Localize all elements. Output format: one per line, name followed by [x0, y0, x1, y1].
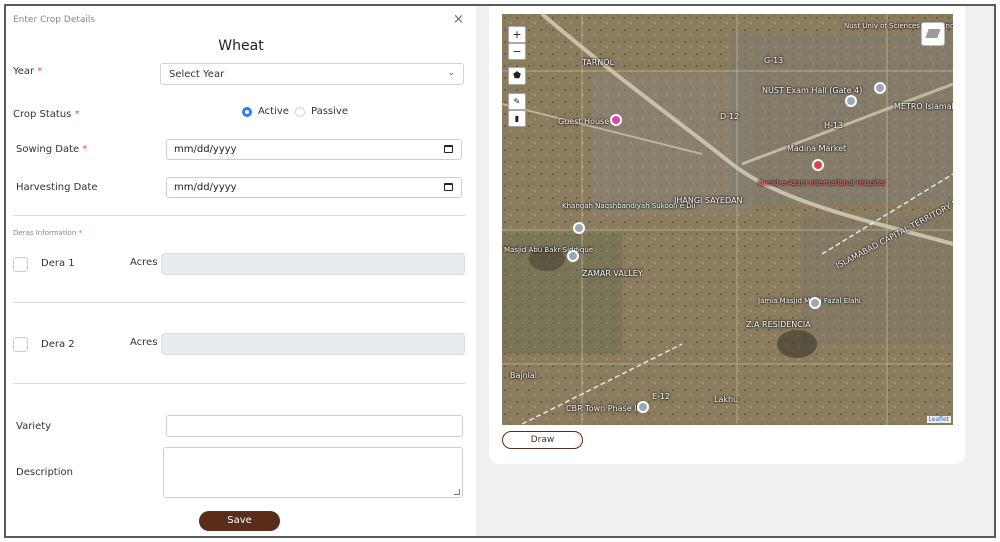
harvesting-date-label: Harvesting Date [16, 182, 98, 193]
status-radio-active[interactable]: Active [242, 106, 289, 117]
map-pin-icon[interactable] [637, 401, 649, 413]
map-pin-icon[interactable] [573, 222, 585, 234]
year-select[interactable]: Select Year ⌄ [160, 63, 464, 85]
map-label: ZAMAR VALLEY [582, 269, 643, 278]
map-terrain [502, 14, 953, 425]
map-pin-icon[interactable] [567, 250, 579, 262]
zoom-out-icon[interactable]: − [508, 43, 526, 60]
map-label: G-13 [764, 56, 784, 65]
polygon-icon[interactable]: ⬟ [508, 67, 526, 85]
map-label: Lakhu [714, 395, 739, 404]
map-label: CBR Town Phase II [566, 404, 639, 413]
year-label: Year * [13, 66, 43, 77]
description-textarea[interactable] [163, 447, 463, 498]
calendar-icon[interactable] [444, 145, 453, 153]
harvesting-date-input[interactable]: mm/dd/yyyy [166, 177, 462, 198]
form-header-label: Enter Crop Details [13, 15, 96, 25]
resize-handle-icon[interactable] [454, 489, 460, 495]
dera-1-acres-label: Acres [130, 257, 158, 268]
map-label: NUST Exam Hall (Gate 4) [762, 86, 863, 95]
map-label: Masjid Abu Bakr Siddique [504, 246, 594, 254]
app-frame: Enter Crop Details × Wheat Year * Select… [4, 4, 996, 538]
map-label: Bajnial [510, 371, 538, 380]
dera-1-label: Dera 1 [41, 258, 75, 269]
map-label: Quaid-e-Azam International Hospital [758, 179, 886, 187]
map-label: Madina Market [787, 144, 847, 153]
map-card: TARNOL G-13 NUST Exam Hall (Gate 4) Nust… [489, 6, 965, 464]
save-button[interactable]: Save [199, 511, 280, 531]
sowing-date-input[interactable]: mm/dd/yyyy [166, 139, 462, 160]
crop-name-title: Wheat [218, 38, 264, 54]
description-label: Description [16, 467, 73, 478]
sowing-date-label: Sowing Date * [16, 144, 88, 155]
chevron-down-icon: ⌄ [447, 68, 455, 78]
map-pin-icon[interactable] [610, 114, 622, 126]
map-pin-icon[interactable] [809, 297, 821, 309]
radio-selected-icon [242, 106, 252, 117]
dera-1-acres-input[interactable] [161, 253, 465, 275]
dera-2-acres-input[interactable] [161, 333, 465, 355]
variety-input[interactable] [166, 415, 463, 437]
edit-icon[interactable]: ✎ [508, 93, 526, 110]
map-label: H-13 [824, 121, 844, 130]
map-pin-icon[interactable] [812, 159, 824, 171]
map-label: JHANGI SAYEDAN [674, 196, 743, 205]
deras-information-label: Deras Information * [13, 229, 82, 237]
layers-icon[interactable] [921, 22, 945, 46]
satellite-map[interactable]: TARNOL G-13 NUST Exam Hall (Gate 4) Nust… [502, 14, 953, 425]
map-label: E-12 [652, 392, 671, 401]
dera-2-checkbox[interactable] [13, 337, 28, 352]
radio-unselected-icon [295, 106, 305, 117]
map-label: METRO Islamabad [894, 102, 953, 111]
variety-label: Variety [16, 421, 52, 432]
dera-2-label: Dera 2 [41, 339, 75, 350]
divider [13, 383, 465, 384]
divider [13, 215, 465, 216]
crop-details-form: Enter Crop Details × Wheat Year * Select… [6, 6, 476, 536]
map-label: Z.A RESIDENCIA [746, 320, 811, 329]
dera-1-checkbox[interactable] [13, 257, 28, 272]
calendar-icon[interactable] [444, 183, 453, 191]
map-label: D-12 [720, 112, 740, 121]
map-label: TARNOL [582, 58, 615, 67]
trash-icon[interactable]: ▮ [508, 110, 526, 127]
zoom-in-icon[interactable]: + [508, 26, 526, 43]
map-pin-icon[interactable] [845, 95, 857, 107]
dera-2-acres-label: Acres [130, 337, 158, 348]
map-label: Guest House [558, 117, 610, 126]
map-pin-icon[interactable] [874, 82, 886, 94]
status-radio-passive[interactable]: Passive [295, 106, 348, 117]
close-icon[interactable]: × [453, 12, 464, 27]
leaflet-attribution-link[interactable]: Leaflet [926, 416, 951, 423]
divider [13, 302, 465, 303]
draw-button[interactable]: Draw [502, 431, 583, 449]
crop-status-label: Crop Status * [13, 109, 80, 120]
